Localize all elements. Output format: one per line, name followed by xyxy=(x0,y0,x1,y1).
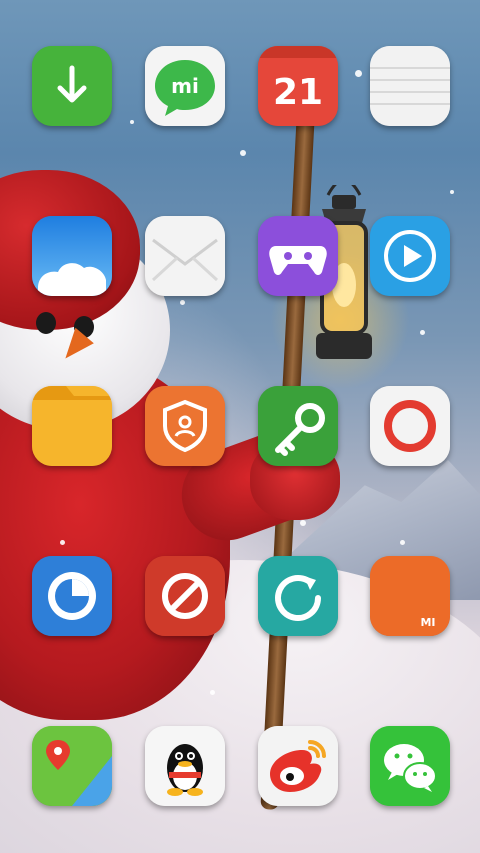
download-arrow-icon xyxy=(32,46,112,126)
app-maps[interactable] xyxy=(32,726,112,806)
app-mitalk[interactable]: mi xyxy=(145,46,225,126)
cloud-icon xyxy=(32,216,112,296)
weibo-eye-icon xyxy=(258,726,338,806)
shield-user-icon xyxy=(145,386,225,466)
folder-icon xyxy=(32,386,112,466)
app-downloads[interactable] xyxy=(32,46,112,126)
app-mi-store[interactable]: MI xyxy=(370,556,450,636)
prohibit-icon xyxy=(145,556,225,636)
app-grid: mi 21 MI xyxy=(0,0,480,853)
calendar-day-number: 21 xyxy=(273,72,323,113)
app-notes[interactable] xyxy=(370,46,450,126)
app-weibo[interactable] xyxy=(258,726,338,806)
envelope-icon xyxy=(145,216,225,296)
key-icon xyxy=(258,386,338,466)
mi-logo-icon: MI xyxy=(370,556,450,636)
app-wechat[interactable] xyxy=(370,726,450,806)
app-security[interactable] xyxy=(145,386,225,466)
notes-icon xyxy=(370,46,450,126)
refresh-icon xyxy=(258,556,338,636)
app-block[interactable] xyxy=(145,556,225,636)
app-game-center[interactable] xyxy=(258,216,338,296)
app-file-manager[interactable] xyxy=(32,386,112,466)
mi-chat-bubble-icon: mi xyxy=(145,46,225,126)
app-weather[interactable] xyxy=(32,216,112,296)
mitalk-label: mi xyxy=(171,74,199,98)
app-video[interactable] xyxy=(370,216,450,296)
app-qq[interactable] xyxy=(145,726,225,806)
record-ring-icon xyxy=(370,386,450,466)
app-update[interactable] xyxy=(258,556,338,636)
play-icon xyxy=(370,216,450,296)
app-calendar[interactable]: 21 xyxy=(258,46,338,126)
app-email[interactable] xyxy=(145,216,225,296)
gamepad-icon xyxy=(258,216,338,296)
clock-ring-icon xyxy=(32,556,112,636)
map-pin-icon xyxy=(32,726,112,806)
penguin-icon xyxy=(145,726,225,806)
app-unlock[interactable] xyxy=(258,386,338,466)
mi-store-label: MI xyxy=(420,616,435,629)
calendar-icon: 21 xyxy=(258,46,338,126)
app-recorder[interactable] xyxy=(370,386,450,466)
app-cleaner[interactable] xyxy=(32,556,112,636)
wechat-bubbles-icon xyxy=(370,726,450,806)
